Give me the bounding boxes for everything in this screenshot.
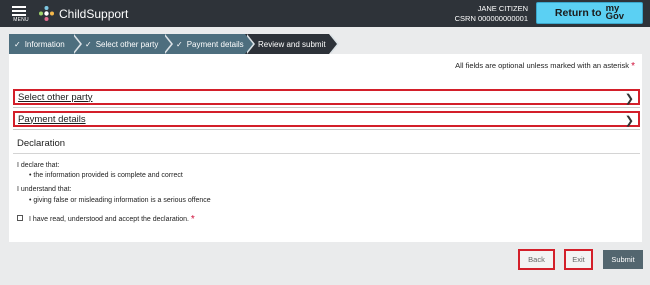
mygov-logo-line2: Gov [605, 11, 625, 22]
accordion-label: Select other party [18, 91, 93, 103]
step-label: Review and submit [258, 39, 326, 49]
check-icon: ✓ [85, 39, 92, 49]
chevron-right-icon: ❯ [624, 93, 634, 105]
app-name: ChildSupport [59, 6, 129, 21]
declaration-title: Declaration [17, 138, 66, 149]
accordion-select-other-party[interactable]: Select other party ❯ [13, 89, 640, 105]
menu-label: MENU [13, 17, 29, 23]
form-card: All fields are optional unless marked wi… [9, 54, 642, 242]
return-to-mygov-button[interactable]: Return to my Gov [536, 2, 643, 24]
step-label: Information [24, 39, 65, 49]
accept-declaration-label[interactable]: I have read, understood and accept the d… [29, 214, 195, 225]
step-payment-details[interactable]: ✓ Payment details [163, 34, 255, 54]
divider [13, 107, 640, 108]
divider [13, 129, 640, 130]
understand-item-text: giving false or misleading information i… [33, 197, 211, 204]
childsupport-logo-icon [39, 6, 54, 21]
submit-button[interactable]: Submit [603, 250, 643, 269]
return-to-label: Return to [554, 7, 602, 19]
check-icon: ✓ [176, 39, 183, 49]
accordion-payment-details[interactable]: Payment details ❯ [13, 111, 640, 127]
user-name: JANE CITIZEN [477, 4, 528, 13]
app-header: MENU ChildSupport JANE CITIZEN CSRN 0000… [0, 0, 650, 27]
hamburger-icon [12, 6, 26, 8]
step-select-other-party[interactable]: ✓ Select other party [72, 34, 173, 54]
step-label: Payment details [186, 39, 244, 49]
understand-intro: I understand that: [17, 186, 72, 193]
hamburger-icon-bar [12, 14, 26, 16]
required-fields-hint: All fields are optional unless marked wi… [455, 61, 635, 72]
user-info: JANE CITIZEN CSRN 000000000001 [455, 4, 528, 23]
required-asterisk: * [190, 214, 195, 225]
declare-item-text: the information provided is complete and… [33, 172, 183, 179]
mygov-logo: my Gov [605, 4, 625, 22]
childsupport-logo[interactable]: ChildSupport [38, 5, 128, 22]
progress-steps: ✓ Information ✓ Select other party ✓ Pay… [9, 34, 339, 54]
check-icon: ✓ [14, 39, 21, 49]
exit-button[interactable]: Exit [564, 249, 593, 270]
back-button[interactable]: Back [518, 249, 555, 270]
accordion-label: Payment details [18, 113, 86, 125]
understand-item: • giving false or misleading information… [29, 197, 211, 204]
required-hint-text: All fields are optional unless marked wi… [455, 61, 629, 70]
required-asterisk: * [631, 61, 635, 72]
chevron-right-icon: ❯ [624, 115, 634, 127]
accept-label-text: I have read, understood and accept the d… [29, 216, 189, 223]
step-review-and-submit: Review and submit [245, 34, 339, 54]
declare-intro: I declare that: [17, 162, 60, 169]
hamburger-icon-bar [12, 10, 26, 12]
declare-item: • the information provided is complete a… [29, 172, 183, 179]
step-label: Select other party [95, 39, 159, 49]
csrn-number: CSRN 000000000001 [454, 13, 528, 23]
step-information[interactable]: ✓ Information [9, 34, 82, 54]
divider [13, 153, 640, 154]
accept-declaration-checkbox[interactable] [17, 215, 23, 221]
menu-button[interactable]: MENU [9, 4, 29, 24]
